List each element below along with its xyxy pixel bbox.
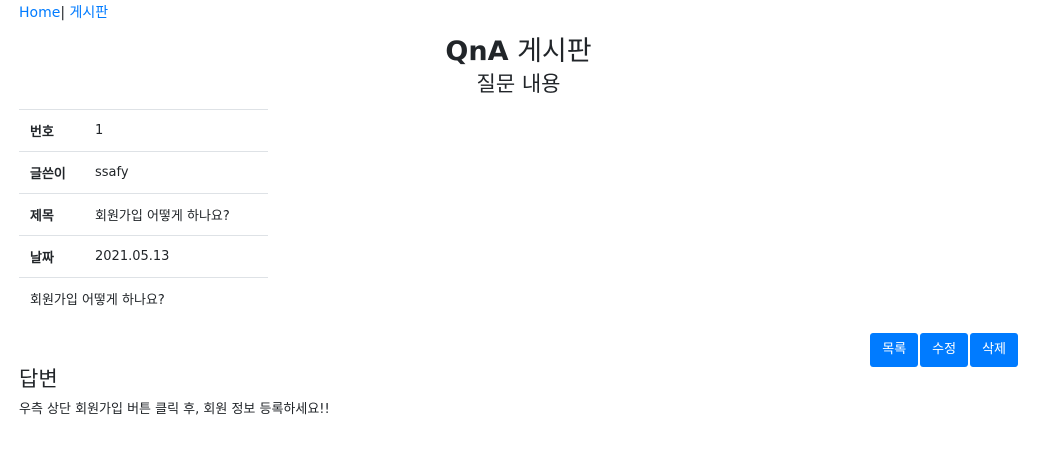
delete-button[interactable]: 삭제 (970, 333, 1018, 367)
question-content: 회원가입 어떻게 하나요? (19, 277, 268, 319)
table-row: 번호 1 (19, 109, 268, 152)
breadcrumb-separator: | (60, 5, 66, 21)
table-row: 글쓴이 ssafy (19, 151, 268, 194)
breadcrumb: Home| 게시판 (19, 2, 108, 22)
row-key: 제목 (19, 193, 84, 236)
question-detail-table: 번호 1 글쓴이 ssafy 제목 회원가입 어떻게 하나요? 날짜 2021.… (19, 109, 268, 319)
page-title-bold: QnA (445, 36, 509, 67)
content-row: 회원가입 어떻게 하나요? (19, 277, 268, 319)
table-row: 날짜 2021.05.13 (19, 235, 268, 278)
answer-text: 우측 상단 회원가입 버튼 클릭 후, 회원 정보 등록하세요!! (19, 402, 330, 417)
page-title-rest: 게시판 (517, 36, 592, 67)
breadcrumb-home-link[interactable]: Home (19, 5, 60, 21)
row-key: 번호 (19, 109, 84, 152)
row-value: 2021.05.13 (84, 235, 268, 278)
page-subtitle: 질문 내용 (476, 72, 561, 96)
row-value: 회원가입 어떻게 하나요? (84, 193, 268, 236)
page-title: QnA 게시판 (0, 34, 1037, 70)
page-header: QnA 게시판 질문 내용 (0, 34, 1037, 98)
row-value: 1 (84, 109, 268, 152)
edit-button[interactable]: 수정 (920, 333, 969, 367)
action-buttons: 목록 수정 삭제 (870, 333, 1018, 367)
list-button[interactable]: 목록 (870, 333, 919, 367)
row-key: 글쓴이 (19, 151, 84, 194)
answer-title: 답변 (19, 367, 58, 391)
row-key: 날짜 (19, 235, 84, 278)
table-row: 제목 회원가입 어떻게 하나요? (19, 193, 268, 236)
row-value: ssafy (84, 151, 268, 194)
breadcrumb-board-link[interactable]: 게시판 (70, 5, 109, 21)
